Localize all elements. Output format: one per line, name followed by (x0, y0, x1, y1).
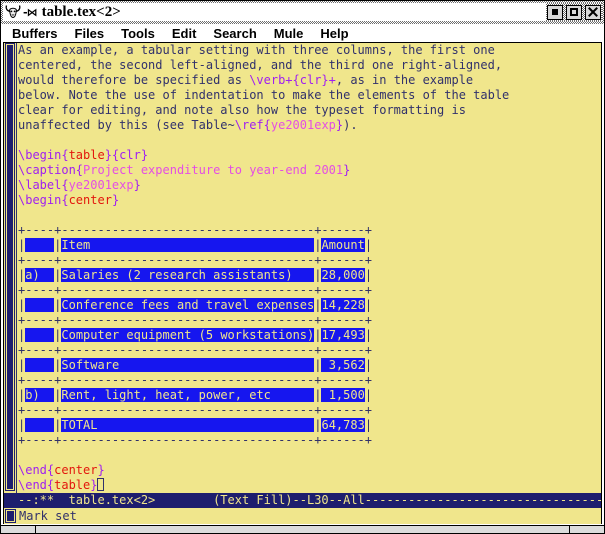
buffer-line: clear for editing, and note also how the… (18, 103, 601, 118)
window-bottom-border (1, 525, 604, 533)
menu-item-files[interactable]: Files (75, 26, 105, 41)
buffer-line: \caption{Project expenditure to year-end… (18, 163, 601, 178)
table-row: | |TOTAL |64,783| (18, 418, 601, 433)
emacs-frame: As an example, a tabular setting with th… (3, 43, 602, 524)
table-cell (25, 238, 54, 252)
maximize-icon (570, 8, 578, 16)
table-row: |a) |Salaries (2 research assistants) |2… (18, 268, 601, 283)
table-cell: Conference fees and travel expenses (61, 298, 314, 312)
table-cell: Software (61, 358, 314, 372)
minibuffer-scrollbar-thumb (5, 509, 16, 523)
table-cell: TOTAL (61, 418, 314, 432)
table-cell: 64,783 (321, 418, 364, 432)
menu-item-help[interactable]: Help (320, 26, 348, 41)
table-separator-line: +----+----------------------------------… (18, 343, 601, 358)
table-separator-line: +----+----------------------------------… (18, 283, 601, 298)
buffer-line: below. Note the use of indentation to ma… (18, 88, 601, 103)
buffer-line: \end{table} (18, 478, 601, 493)
table-cell (25, 358, 54, 372)
table-cell: b) (25, 388, 54, 402)
menu-item-mule[interactable]: Mule (274, 26, 304, 41)
table-separator-line: +----+----------------------------------… (18, 433, 601, 448)
window-top-border: -⋈ table.tex<2> (1, 1, 604, 24)
table-cell: Computer equipment (5 workstations) (61, 328, 314, 342)
maximize-button[interactable] (566, 5, 582, 20)
buffer-line (18, 133, 601, 148)
table-separator-line: +----+----------------------------------… (18, 223, 601, 238)
buffer-line: \begin{center} (18, 193, 601, 208)
scrollbar-thumb[interactable] (5, 43, 15, 491)
minibuffer-message: Mark set (19, 508, 77, 524)
buffer-line: unaffected by this (see Table~\ref{ye200… (18, 118, 601, 133)
table-row: | |Item |Amount| (18, 238, 601, 253)
table-cell (25, 328, 54, 342)
table-cell (25, 298, 54, 312)
buffer-line: would therefore be specified as \verb+{c… (18, 73, 601, 88)
table-separator-line: +----+----------------------------------… (18, 253, 601, 268)
window-title: table.tex<2> (42, 3, 121, 21)
menu-bar: Buffers Files Tools Edit Search Mule Help (3, 24, 602, 43)
window-controls (546, 3, 602, 21)
table-cell: 28,000 (321, 268, 364, 282)
table-cell: Salaries (2 research assistants) (61, 268, 314, 282)
table-row: |b) |Rent, light, heat, power, etc | 1,5… (18, 388, 601, 403)
minibuffer[interactable]: Mark set (4, 508, 601, 524)
buffer-line (18, 448, 601, 463)
table-separator-line: +----+----------------------------------… (18, 373, 601, 388)
text-buffer[interactable]: As an example, a tabular setting with th… (17, 43, 601, 493)
table-cell: a) (25, 268, 54, 282)
emacs-window: -⋈ table.tex<2> Buffers Files Tools Edit Sea… (0, 0, 605, 534)
table-row: | |Computer equipment (5 workstations)|1… (18, 328, 601, 343)
left-scrollbar[interactable] (4, 43, 17, 493)
menu-item-edit[interactable]: Edit (172, 26, 197, 41)
title-decoration: -⋈ (23, 6, 37, 19)
buffer-line: As an example, a tabular setting with th… (18, 43, 601, 58)
close-button[interactable] (585, 5, 601, 20)
buffer-line: \end{center} (18, 463, 601, 478)
minimize-icon (552, 9, 558, 15)
mode-line: --:** table.tex<2> (Text Fill)--L30--All… (4, 493, 601, 508)
table-cell: Amount (321, 238, 364, 252)
table-cell: 17,493 (321, 328, 364, 342)
table-cell: Rent, light, heat, power, etc (61, 388, 314, 402)
edit-window: As an example, a tabular setting with th… (4, 43, 601, 493)
menu-item-search[interactable]: Search (213, 26, 256, 41)
table-cell: 1,500 (321, 388, 364, 402)
table-cell: 14,228 (321, 298, 364, 312)
buffer-line: \label{ye2001exp} (18, 178, 601, 193)
text-cursor (97, 478, 104, 491)
buffer-line (18, 208, 601, 223)
table-separator-line: +----+----------------------------------… (18, 313, 601, 328)
table-cell: 3,562 (321, 358, 364, 372)
minimize-button[interactable] (547, 5, 563, 20)
menu-item-tools[interactable]: Tools (121, 26, 155, 41)
gnu-emacs-icon (5, 4, 21, 20)
close-icon (588, 7, 598, 17)
table-row: | |Software | 3,562| (18, 358, 601, 373)
table-separator-line: +----+----------------------------------… (18, 403, 601, 418)
menu-item-buffers[interactable]: Buffers (12, 26, 58, 41)
buffer-line: \begin{table}{clr} (18, 148, 601, 163)
title-area: -⋈ table.tex<2> (3, 3, 546, 21)
buffer-line: centered, the second left-aligned, and t… (18, 58, 601, 73)
table-cell: Item (61, 238, 314, 252)
table-cell (25, 418, 54, 432)
titlebar[interactable]: -⋈ table.tex<2> (3, 3, 602, 21)
table-row: | |Conference fees and travel expenses|1… (18, 298, 601, 313)
